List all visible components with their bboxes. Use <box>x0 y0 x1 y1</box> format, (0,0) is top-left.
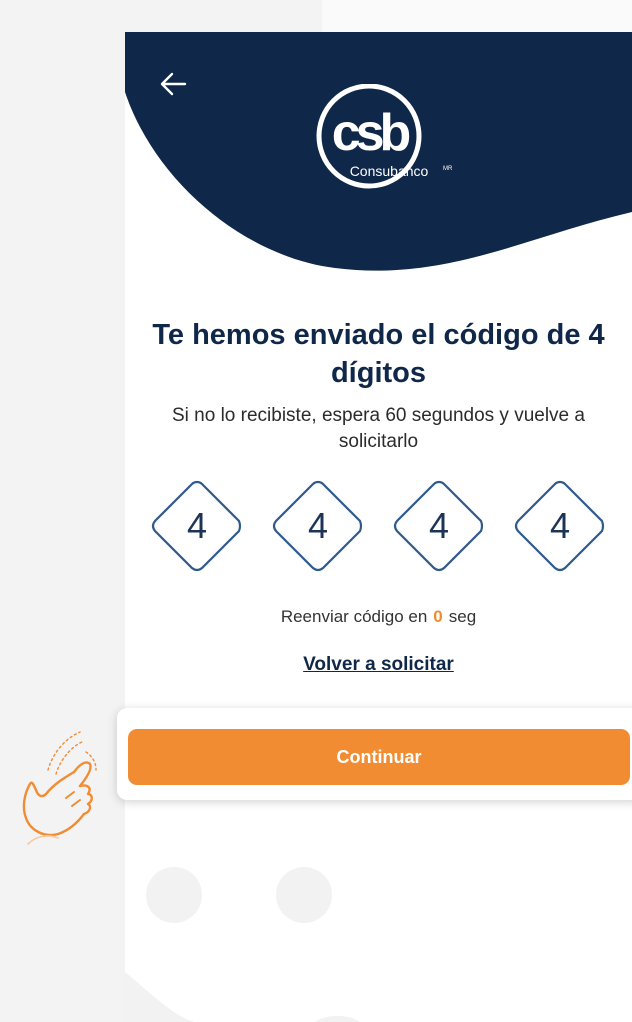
continue-button[interactable]: Continuar <box>128 729 630 785</box>
app-screen: csb Consubanco MR Te hemos enviado el có… <box>125 32 632 1022</box>
resend-suffix: seg <box>448 607 477 626</box>
resend-timer: Reenviar código en 0 seg <box>125 607 632 627</box>
resend-count: 0 <box>433 607 443 626</box>
page-title: Te hemos enviado el código de 4 dígitos <box>152 319 605 389</box>
back-arrow-icon <box>160 72 187 96</box>
decorative-circle <box>276 867 332 923</box>
resend-prefix: Reenviar código en <box>280 607 428 626</box>
code-digit-1[interactable]: 4 <box>150 479 244 573</box>
decorative-circle <box>146 867 202 923</box>
csb-logo: csb Consubanco MR <box>315 83 465 199</box>
logo-mark: MR <box>443 166 453 172</box>
code-digit-value: 4 <box>307 505 329 546</box>
background-strip <box>322 0 632 32</box>
logo-brand: Consubanco <box>350 163 429 179</box>
code-digit-2[interactable]: 4 <box>271 479 365 573</box>
tap-hand-icon <box>22 731 97 845</box>
bottom-decoration <box>125 972 360 1022</box>
code-digit-value: 4 <box>549 505 571 546</box>
back-button[interactable] <box>155 66 191 102</box>
logo-text: csb <box>332 104 410 162</box>
code-digit-value: 4 <box>186 505 208 546</box>
code-digit-4[interactable]: 4 <box>513 479 607 573</box>
code-digit-value: 4 <box>428 505 450 546</box>
code-digit-3[interactable]: 4 <box>392 479 486 573</box>
page-subtitle: Si no lo recibiste, espera 60 segundos y… <box>172 405 585 452</box>
request-again-link[interactable]: Volver a solicitar <box>125 654 632 676</box>
